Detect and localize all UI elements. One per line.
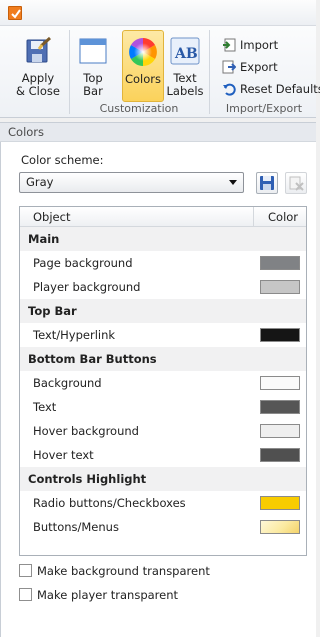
checkbox-box[interactable] (19, 588, 32, 601)
color-scheme-value: Gray (26, 175, 54, 189)
chevron-down-icon (229, 180, 237, 185)
table-row[interactable]: Radio buttons/Checkboxes (20, 491, 306, 515)
color-swatch[interactable] (260, 328, 300, 342)
color-swatch[interactable] (260, 448, 300, 462)
row-label: Buttons/Menus (33, 520, 119, 534)
row-label: Text/Hyperlink (33, 328, 116, 342)
table-section-header: Bottom Bar Buttons (20, 347, 306, 371)
apply-close-label: Apply & Close (16, 71, 60, 98)
section-label: Main (28, 232, 60, 246)
table-row[interactable]: Player background (20, 275, 306, 299)
row-label: Hover text (33, 448, 94, 462)
column-header-object: Object (33, 210, 71, 224)
bg-transparent-label: Make background transparent (37, 564, 210, 578)
section-label: Controls Highlight (28, 472, 147, 486)
color-swatch[interactable] (260, 400, 300, 414)
group-label-customization: Customization (99, 102, 179, 115)
table-row[interactable]: Page background (20, 251, 306, 275)
reset-defaults-button[interactable]: Reset Defaults (222, 79, 320, 99)
text-labels-label: Text Labels (166, 71, 204, 98)
table-row[interactable]: Hover background (20, 419, 306, 443)
import-icon (222, 38, 236, 52)
table-row[interactable]: Text (20, 395, 306, 419)
top-bar-button[interactable]: Top Bar (73, 30, 113, 102)
color-scheme-dropdown[interactable]: Gray (19, 172, 244, 193)
color-swatch[interactable] (260, 424, 300, 438)
color-scheme-label: Color scheme: (21, 153, 104, 167)
color-swatch[interactable] (260, 520, 300, 534)
save-icon (260, 176, 274, 190)
table-section-header: Main (20, 227, 306, 251)
bg-transparent-checkbox[interactable]: Make background transparent (19, 564, 210, 580)
table-section-header: Controls Highlight (20, 467, 306, 491)
delete-scheme-button[interactable] (285, 172, 307, 194)
text-labels-button[interactable]: AB Text Labels (166, 30, 204, 102)
export-icon (222, 60, 237, 74)
table-row[interactable]: Text/Hyperlink (20, 323, 306, 347)
section-label: Bottom Bar Buttons (28, 352, 157, 366)
color-wheel-icon (128, 37, 158, 67)
section-label: Top Bar (28, 304, 77, 318)
player-transparent-label: Make player transparent (37, 588, 179, 602)
save-close-icon (23, 36, 53, 66)
table-row[interactable]: Buttons/Menus (20, 515, 306, 539)
row-label: Background (33, 376, 102, 390)
color-swatch[interactable] (260, 280, 300, 294)
table-header: Object Color (20, 207, 306, 227)
row-label: Hover background (33, 424, 139, 438)
ribbon: Apply & Close Top Bar Colors AB Text Lab… (0, 26, 320, 118)
save-scheme-button[interactable] (256, 172, 278, 194)
row-label: Radio buttons/Checkboxes (33, 496, 186, 510)
app-menu-icon[interactable] (8, 6, 22, 20)
column-header-color: Color (268, 210, 299, 224)
table-row[interactable]: Background (20, 371, 306, 395)
table-section-header: Top Bar (20, 299, 306, 323)
group-label-import-export: Import/Export (225, 102, 303, 115)
apply-close-button[interactable]: Apply & Close (10, 30, 66, 102)
panel-title: Colors (0, 122, 316, 142)
text-labels-icon: AB (170, 36, 200, 66)
export-label: Export (240, 60, 278, 74)
title-bar (0, 0, 316, 26)
colors-button[interactable]: Colors (122, 30, 164, 102)
player-transparent-checkbox[interactable]: Make player transparent (19, 588, 178, 604)
delete-icon (289, 176, 304, 191)
reset-icon (222, 82, 236, 96)
svg-text:AB: AB (174, 46, 198, 62)
top-bar-icon (78, 36, 108, 66)
checkbox-box[interactable] (19, 564, 32, 577)
color-swatch[interactable] (260, 376, 300, 390)
export-button[interactable]: Export (222, 57, 278, 77)
colors-label: Colors (124, 72, 162, 86)
row-label: Page background (33, 256, 133, 270)
row-label: Player background (33, 280, 141, 294)
reset-defaults-label: Reset Defaults (240, 82, 320, 96)
color-swatch[interactable] (260, 496, 300, 510)
import-label: Import (240, 38, 279, 52)
column-divider (253, 207, 254, 227)
color-swatch[interactable] (260, 256, 300, 270)
row-label: Text (33, 400, 57, 414)
colors-table: Object Color Main Page background Player b… (19, 206, 307, 556)
import-button[interactable]: Import (222, 35, 278, 55)
top-bar-label: Top Bar (83, 71, 103, 98)
table-row[interactable]: Hover text (20, 443, 306, 467)
ribbon-separator (209, 30, 210, 114)
